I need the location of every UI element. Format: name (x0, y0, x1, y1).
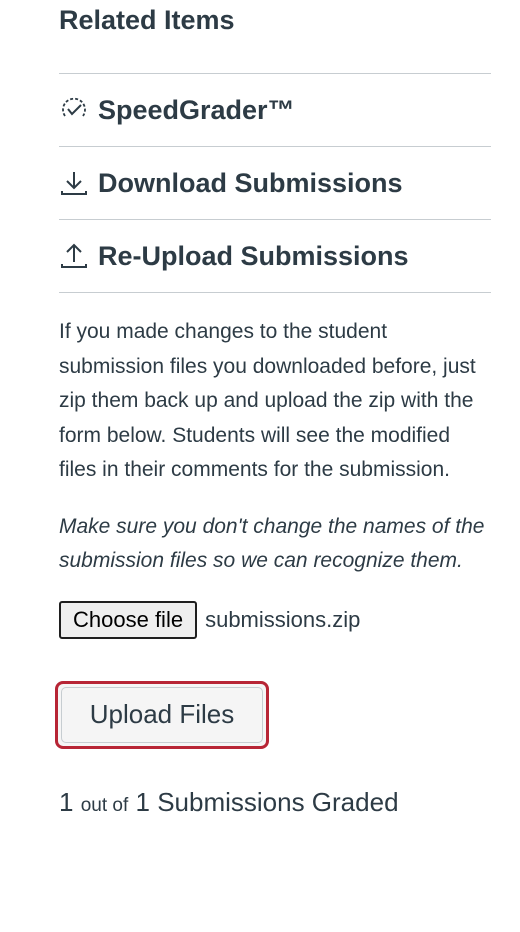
graded-suffix: Submissions Graded (157, 786, 399, 817)
upload-files-label: Upload Files (89, 699, 235, 729)
graded-count-value: 1 (59, 786, 74, 817)
reupload-submissions-link[interactable]: Re-Upload Submissions (59, 220, 491, 293)
related-items-panel: Related Items SpeedGrader™ Download Subm… (55, 0, 491, 818)
speedgrader-icon (59, 95, 89, 125)
reupload-submissions-label: Re-Upload Submissions (98, 240, 409, 271)
graded-total-value: 1 (135, 786, 150, 817)
upload-files-button[interactable]: Upload Files (55, 680, 269, 749)
reupload-help-text: If you made changes to the student submi… (59, 320, 476, 481)
choose-file-button[interactable]: Choose file (59, 600, 198, 639)
related-items-heading: Related Items (59, 0, 491, 74)
upload-icon (59, 241, 89, 271)
selected-file-name: submissions.zip (205, 606, 361, 632)
download-icon (59, 168, 89, 198)
reupload-note: Make sure you don't change the names of … (59, 514, 485, 572)
speedgrader-link[interactable]: SpeedGrader™ (59, 74, 491, 147)
download-submissions-link[interactable]: Download Submissions (59, 147, 491, 220)
graded-count: 1 out of 1 Submissions Graded (59, 787, 491, 818)
speedgrader-label: SpeedGrader™ (98, 94, 295, 125)
graded-out-of-label: out of (80, 794, 129, 816)
download-submissions-label: Download Submissions (98, 167, 403, 198)
file-picker: Choose file submissions.zip (59, 600, 491, 640)
